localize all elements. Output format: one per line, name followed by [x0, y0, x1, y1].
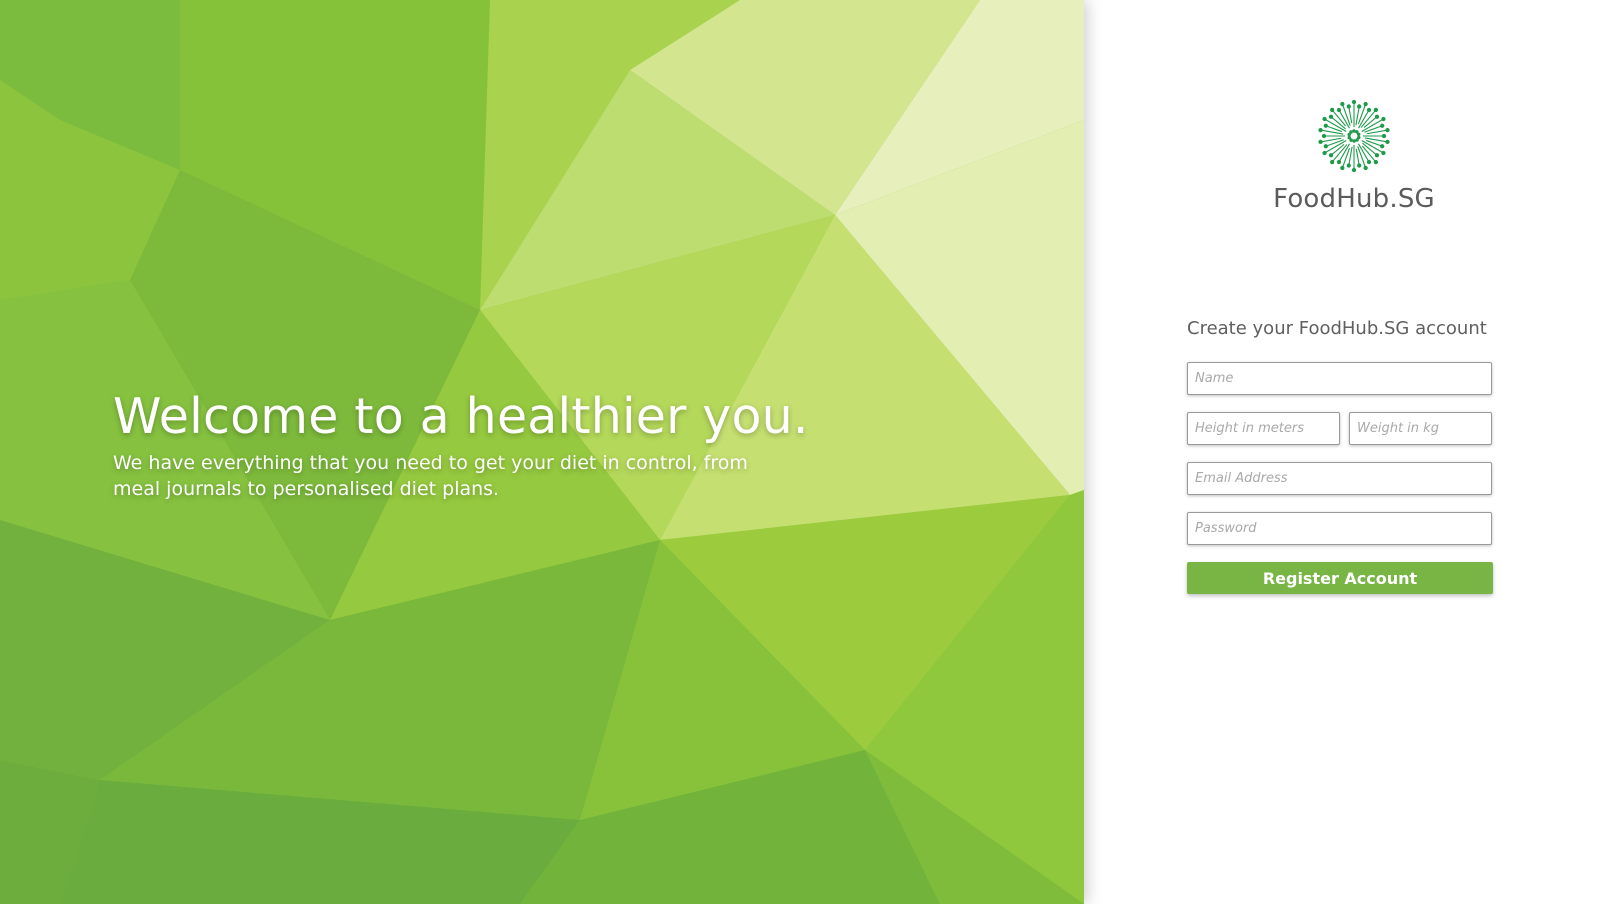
- registration-form: Create your FoodHub.SG account Register …: [1187, 318, 1507, 594]
- registration-panel: FoodHub.SG Create your FoodHub.SG accoun…: [1084, 0, 1606, 904]
- brand-name: FoodHub.SG: [1273, 184, 1435, 214]
- email-input[interactable]: [1187, 462, 1492, 495]
- hero-panel: Welcome to a healthier you. We have ever…: [0, 0, 1084, 904]
- brand-logo: FoodHub.SG: [1264, 96, 1444, 214]
- height-input[interactable]: [1187, 412, 1340, 445]
- name-input[interactable]: [1187, 362, 1492, 395]
- height-weight-row: [1187, 412, 1492, 462]
- hero-headline: Welcome to a healthier you.: [113, 388, 809, 445]
- hero-subtext: We have everything that you need to get …: [113, 452, 748, 500]
- weight-input[interactable]: [1349, 412, 1492, 445]
- hero-copy: Welcome to a healthier you. We have ever…: [113, 388, 809, 502]
- dandelion-burst-icon: [1318, 99, 1390, 173]
- register-account-button[interactable]: Register Account: [1187, 562, 1493, 594]
- form-title: Create your FoodHub.SG account: [1187, 318, 1487, 339]
- registration-page: Welcome to a healthier you. We have ever…: [0, 0, 1606, 904]
- password-input[interactable]: [1187, 512, 1492, 545]
